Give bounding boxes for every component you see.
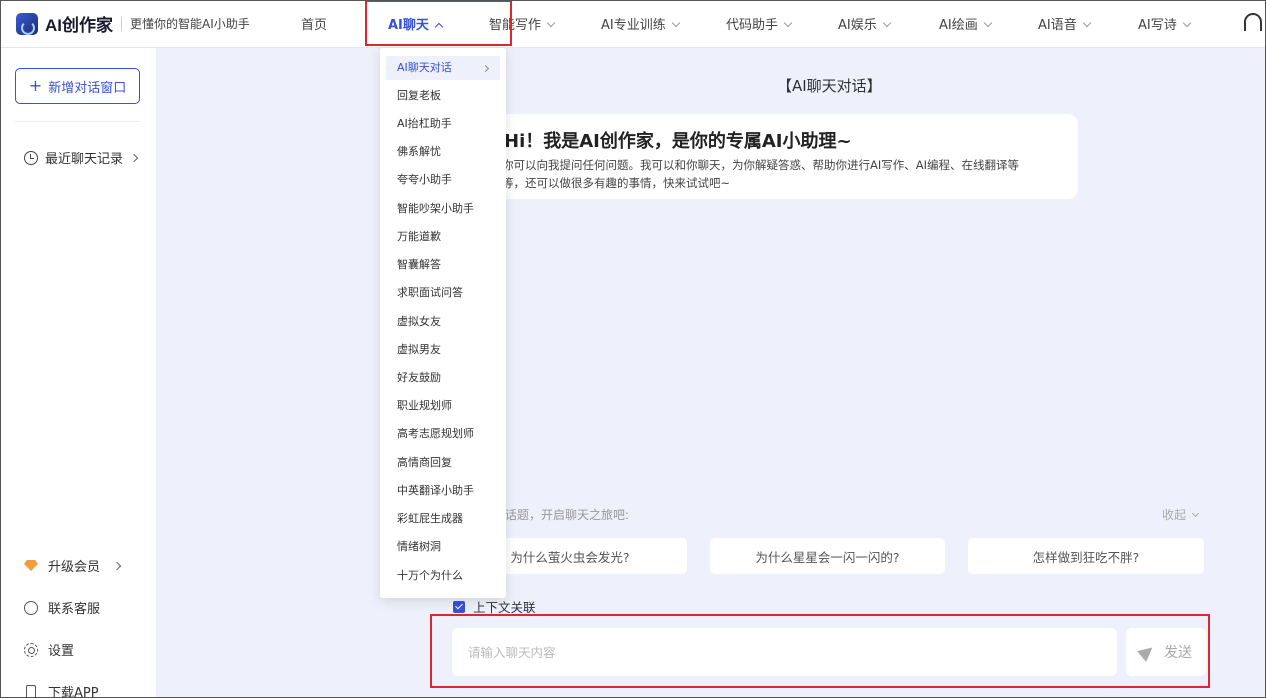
collapse-label: 收起: [1162, 508, 1187, 522]
suggestion-chip[interactable]: 为什么星星会一闪一闪的?: [710, 538, 945, 574]
nav-code-helper[interactable]: 代码助手: [726, 14, 793, 33]
nav-ai-training[interactable]: AI专业训练: [601, 14, 680, 33]
welcome-line-1: 你可以向我提问任何问题。我可以和你聊天，为你解疑答惑、帮助你进行AI写作、AI编…: [502, 158, 1020, 172]
nav-ai-voice[interactable]: AI语音: [1038, 14, 1091, 33]
chevron-down-icon: [671, 18, 680, 28]
nav-ai-painting-label: AI绘画: [939, 18, 978, 33]
dropdown-item[interactable]: AI聊天对话: [386, 56, 500, 80]
chevron-down-icon: [983, 18, 992, 28]
dropdown-item[interactable]: 中英翻译小助手: [380, 479, 506, 503]
chevron-right-icon: [112, 561, 122, 570]
screenshot-border: [0, 0, 1266, 698]
contact-support-link[interactable]: 联系客服: [24, 598, 100, 617]
brand-logo[interactable]: AI创作家 更懂你的智能AI小助手: [16, 11, 250, 36]
suggestion-chip[interactable]: 怎样做到狂吃不胖?: [968, 538, 1204, 574]
checkbox-checked-icon[interactable]: [453, 600, 465, 613]
nav-ai-entertainment[interactable]: AI娱乐: [838, 14, 891, 33]
dropdown-item[interactable]: 智能吵架小助手: [380, 197, 506, 221]
brand-slogan: 更懂你的智能AI小助手: [130, 17, 250, 31]
upgrade-member-link[interactable]: 升级会员: [24, 556, 122, 575]
dropdown-item[interactable]: 虚拟男友: [380, 338, 506, 362]
suggestions-heading: 话题，开启聊天之旅吧:: [505, 508, 630, 522]
dropdown-item[interactable]: 彩虹屁生成器: [380, 507, 506, 531]
dropdown-item[interactable]: 好友鼓励: [380, 366, 506, 390]
ai-chat-dropdown-menu: AI聊天对话 回复老板 AI抬杠助手 佛系解忧 夸夸小助手 智能吵架小助手 万能…: [380, 48, 506, 598]
dropdown-item[interactable]: 情绪树洞: [380, 535, 506, 559]
dropdown-item[interactable]: 回复老板: [380, 84, 506, 108]
chevron-down-icon: [1191, 509, 1200, 518]
settings-link[interactable]: 设置: [24, 640, 74, 659]
headset-icon[interactable]: [1244, 13, 1262, 31]
sidebar: + 新增对话窗口 最近聊天记录 升级会员 联系客服 设置 下载APP: [0, 48, 156, 698]
new-chat-button[interactable]: + 新增对话窗口: [15, 68, 140, 104]
chevron-right-icon: [129, 153, 139, 162]
dropdown-item[interactable]: AI抬杠助手: [380, 112, 506, 136]
contact-support-label: 联系客服: [48, 602, 101, 617]
nav-code-helper-label: 代码助手: [726, 18, 779, 33]
support-icon: [24, 600, 38, 615]
dropdown-item[interactable]: 高考志愿规划师: [380, 422, 506, 446]
brand-name: AI创作家: [45, 16, 113, 35]
nav-ai-painting[interactable]: AI绘画: [939, 14, 992, 33]
clock-icon: [24, 150, 38, 165]
download-app-link[interactable]: 下载APP: [24, 682, 99, 698]
chevron-right-icon: [481, 64, 490, 73]
dropdown-item[interactable]: 高情商回复: [380, 451, 506, 475]
dropdown-item[interactable]: 职业规划师: [380, 394, 506, 418]
dropdown-item[interactable]: 求职面试问答: [380, 281, 506, 305]
welcome-card: Hi！我是AI创作家，是你的专属AI小助理~ 你可以向我提问任何问题。我可以和你…: [470, 114, 1078, 199]
highlight-box-input: [430, 614, 1210, 688]
recent-chats-label: 最近聊天记录: [45, 152, 124, 167]
chevron-down-icon: [783, 18, 793, 28]
sidebar-divider: [15, 121, 140, 122]
page-title: 【AI聊天对话】: [777, 77, 882, 95]
nav-ai-training-label: AI专业训练: [601, 18, 666, 33]
recent-chats-link[interactable]: 最近聊天记录: [24, 148, 139, 167]
nav-home-label: 首页: [301, 18, 328, 33]
nav-ai-poetry[interactable]: AI写诗: [1138, 14, 1191, 33]
highlight-box-nav: [365, 0, 512, 46]
download-app-label: 下载APP: [48, 686, 99, 698]
chevron-down-icon: [1182, 18, 1191, 28]
upgrade-member-label: 升级会员: [48, 560, 101, 575]
phone-icon: [26, 684, 36, 698]
welcome-body: 你可以向我提问任何问题。我可以和你聊天，为你解疑答惑、帮助你进行AI写作、AI编…: [502, 156, 1072, 192]
settings-label: 设置: [48, 644, 75, 659]
dropdown-item[interactable]: 十万个为什么: [380, 564, 506, 588]
diamond-icon: [24, 560, 38, 571]
dropdown-item-label: AI聊天对话: [397, 61, 452, 74]
new-chat-label: 新增对话窗口: [48, 80, 127, 96]
dropdown-item[interactable]: 夸夸小助手: [380, 168, 506, 192]
collapse-toggle[interactable]: 收起: [1162, 506, 1200, 523]
welcome-title: Hi！我是AI创作家，是你的专属AI小助理~: [504, 131, 852, 152]
brand-divider: [121, 16, 122, 31]
dropdown-item[interactable]: 佛系解忧: [380, 140, 506, 164]
nav-home[interactable]: 首页: [301, 14, 327, 33]
dropdown-item[interactable]: 虚拟女友: [380, 310, 506, 334]
dropdown-item[interactable]: 万能道歉: [380, 225, 506, 249]
nav-ai-voice-label: AI语音: [1038, 18, 1077, 33]
nav-ai-entertainment-label: AI娱乐: [838, 18, 877, 33]
dropdown-item[interactable]: 智囊解答: [380, 253, 506, 277]
welcome-line-2: 等，还可以做很多有趣的事情，快来试试吧~: [502, 176, 731, 190]
chevron-down-icon: [1082, 18, 1091, 28]
top-header: AI创作家 更懂你的智能AI小助手 首页 AI聊天 智能写作 AI专业训练 代码…: [0, 0, 1266, 48]
nav-ai-poetry-label: AI写诗: [1138, 18, 1177, 33]
gear-icon: [24, 642, 38, 657]
brand-logo-icon: [16, 12, 38, 35]
plus-icon: +: [28, 76, 43, 95]
chevron-down-icon: [546, 18, 556, 28]
chevron-down-icon: [882, 18, 891, 28]
